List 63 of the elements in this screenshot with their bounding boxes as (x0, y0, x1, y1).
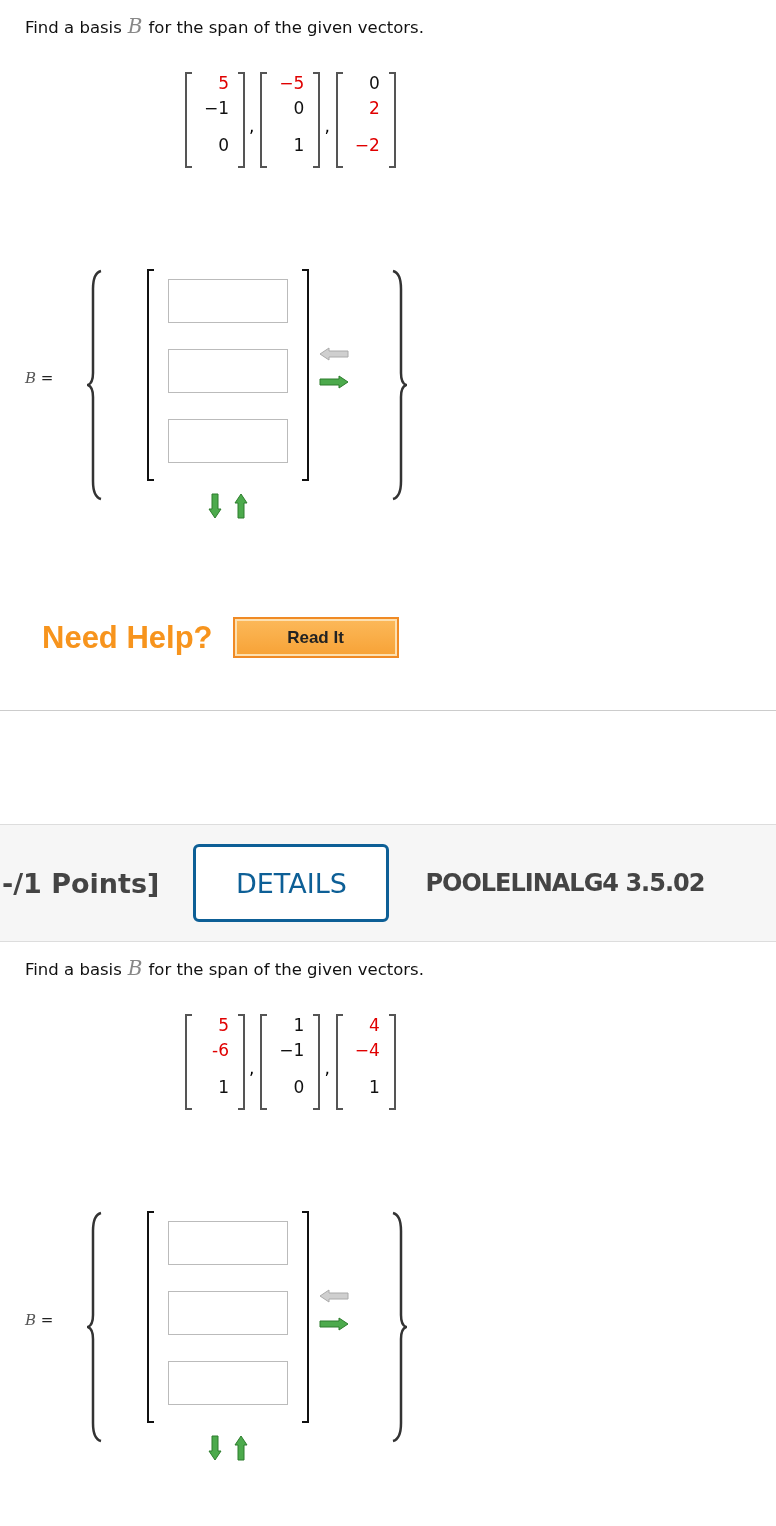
brace-icon (391, 269, 407, 501)
basis-label: B = (25, 1311, 55, 1329)
down-arrow-icon[interactable] (208, 493, 222, 519)
down-arrow-icon[interactable] (208, 1435, 222, 1461)
bracket-icon (185, 72, 193, 168)
comma: , (324, 1058, 330, 1078)
bracket-icon (312, 1014, 321, 1110)
bracket-icon (335, 72, 344, 168)
bracket-icon (147, 269, 155, 481)
right-arrow-icon[interactable] (319, 375, 349, 389)
read-it-button[interactable]: Read It (232, 617, 399, 658)
vector-entry: -6 (211, 1041, 229, 1059)
input-field[interactable] (168, 1291, 288, 1335)
help-label: Need Help? (42, 619, 213, 656)
vector-entry: 0 (217, 136, 229, 154)
bracket-icon (387, 1014, 396, 1110)
input-field[interactable] (168, 349, 288, 393)
right-arrow-icon[interactable] (319, 1317, 349, 1331)
comma: , (324, 116, 330, 136)
vector-entry: −1 (202, 99, 229, 117)
vector-entry: 2 (368, 99, 380, 117)
vector-entry: 1 (217, 1078, 229, 1096)
input-field[interactable] (168, 1221, 288, 1265)
vector-entry: 1 (368, 1078, 380, 1096)
vector-entry: −4 (353, 1041, 380, 1059)
comma: , (249, 1058, 255, 1078)
bracket-icon (185, 1014, 193, 1110)
brace-icon (87, 269, 103, 501)
up-arrow-icon[interactable] (234, 1435, 248, 1461)
vector-entry: −1 (278, 1041, 305, 1059)
up-arrow-icon[interactable] (234, 493, 248, 519)
bracket-icon (237, 1014, 245, 1110)
bracket-icon (301, 269, 309, 481)
details-button[interactable]: DETAILS (193, 844, 390, 922)
input-field[interactable] (168, 279, 288, 323)
comma: , (249, 116, 255, 136)
vector-entry: 5 (217, 74, 229, 92)
vector-entry: 0 (368, 74, 380, 92)
input-field[interactable] (168, 1361, 288, 1405)
bracket-icon (387, 72, 396, 168)
vector-entry: 1 (292, 1016, 305, 1034)
vector-entry: 5 (217, 1016, 229, 1034)
problem-code: POOLELINALG4 3.5.02 (425, 869, 705, 897)
brace-icon (391, 1211, 407, 1443)
vector-entry: 1 (292, 136, 305, 154)
vector-entry: 4 (368, 1016, 380, 1034)
basis-label: B = (25, 369, 55, 387)
input-field[interactable] (168, 419, 288, 463)
bracket-icon (237, 72, 245, 168)
vector-entry: −5 (278, 74, 305, 92)
bracket-icon (312, 72, 321, 168)
vector-entry: −2 (353, 136, 380, 154)
brace-icon (87, 1211, 103, 1443)
question-prompt: Find a basis B for the span of the given vectors. (25, 955, 425, 980)
vector-entry: 0 (292, 99, 305, 117)
bracket-icon (260, 1014, 269, 1110)
bracket-icon (301, 1211, 309, 1423)
bracket-icon (147, 1211, 155, 1423)
vector-entry: 0 (292, 1078, 305, 1096)
points-label: -/1 Points] (2, 867, 160, 899)
question-prompt: Find a basis B for the span of the given vectors. (25, 13, 425, 38)
bracket-icon (335, 1014, 344, 1110)
bracket-icon (260, 72, 269, 168)
